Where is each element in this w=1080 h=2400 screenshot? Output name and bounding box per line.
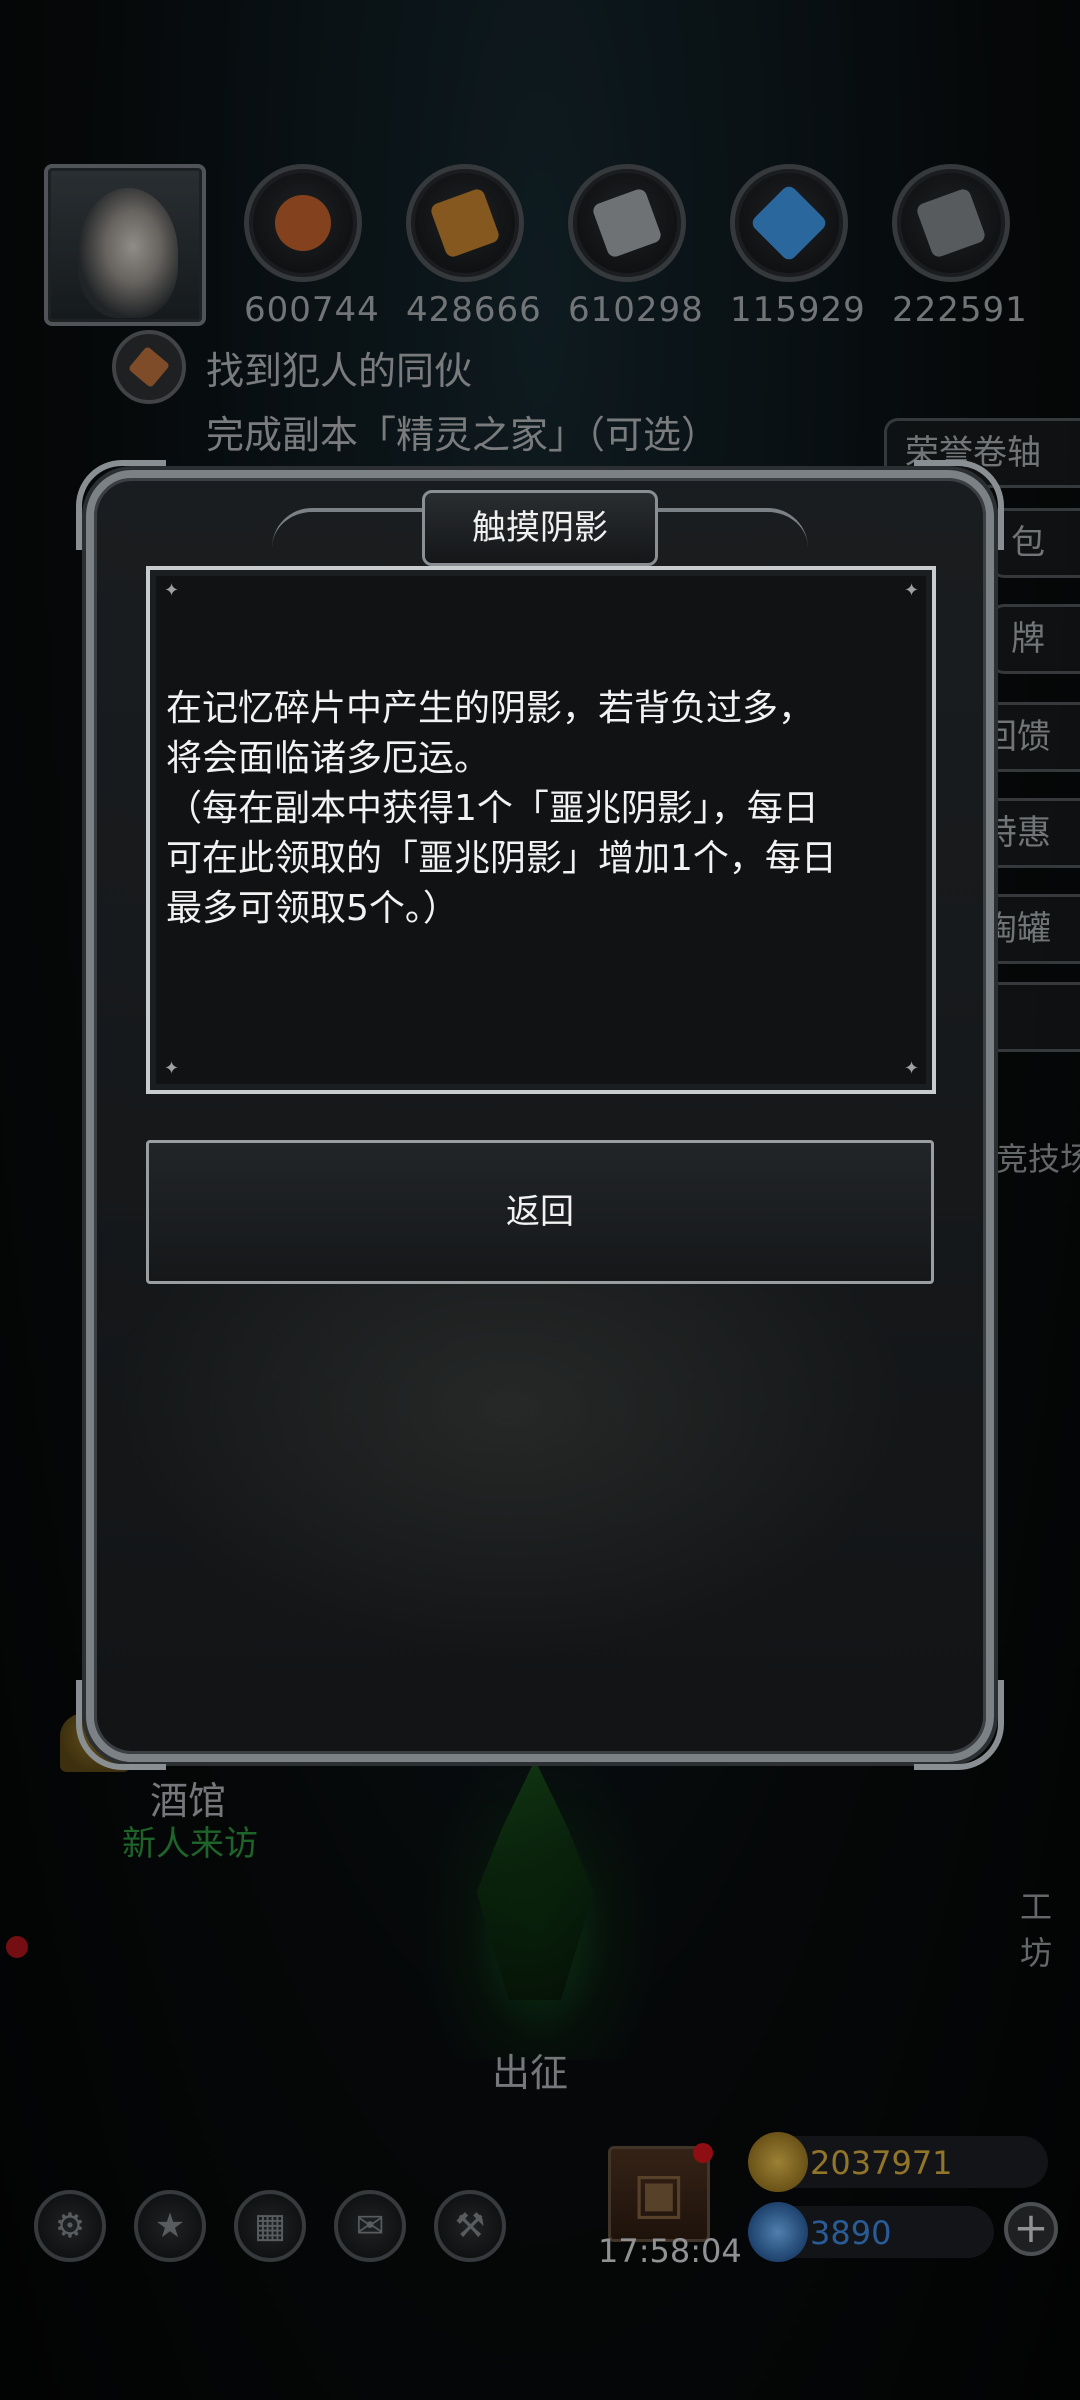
title-wing-ornament <box>272 508 432 548</box>
dialog-corner-ornament <box>76 1680 166 1770</box>
title-wing-ornament <box>648 508 808 548</box>
dialog-background-texture <box>110 1240 910 1660</box>
dialog-corner-ornament <box>76 460 166 550</box>
dialog-corner-ornament <box>914 460 1004 550</box>
dialog-title: 触摸阴影 <box>422 490 658 566</box>
dialog-body-text: 在记忆碎片中产生的阴影，若背负过多， 将会面临诸多厄运。 （每在副本中获得1个「… <box>166 688 837 929</box>
sparkle-icon: ✦ <box>164 580 180 601</box>
back-button[interactable]: 返回 <box>146 1140 934 1284</box>
sparkle-icon: ✦ <box>164 1058 180 1079</box>
sparkle-icon: ✦ <box>904 1058 920 1079</box>
sparkle-icon: ✦ <box>904 580 920 601</box>
dialog-corner-ornament <box>914 1680 1004 1770</box>
